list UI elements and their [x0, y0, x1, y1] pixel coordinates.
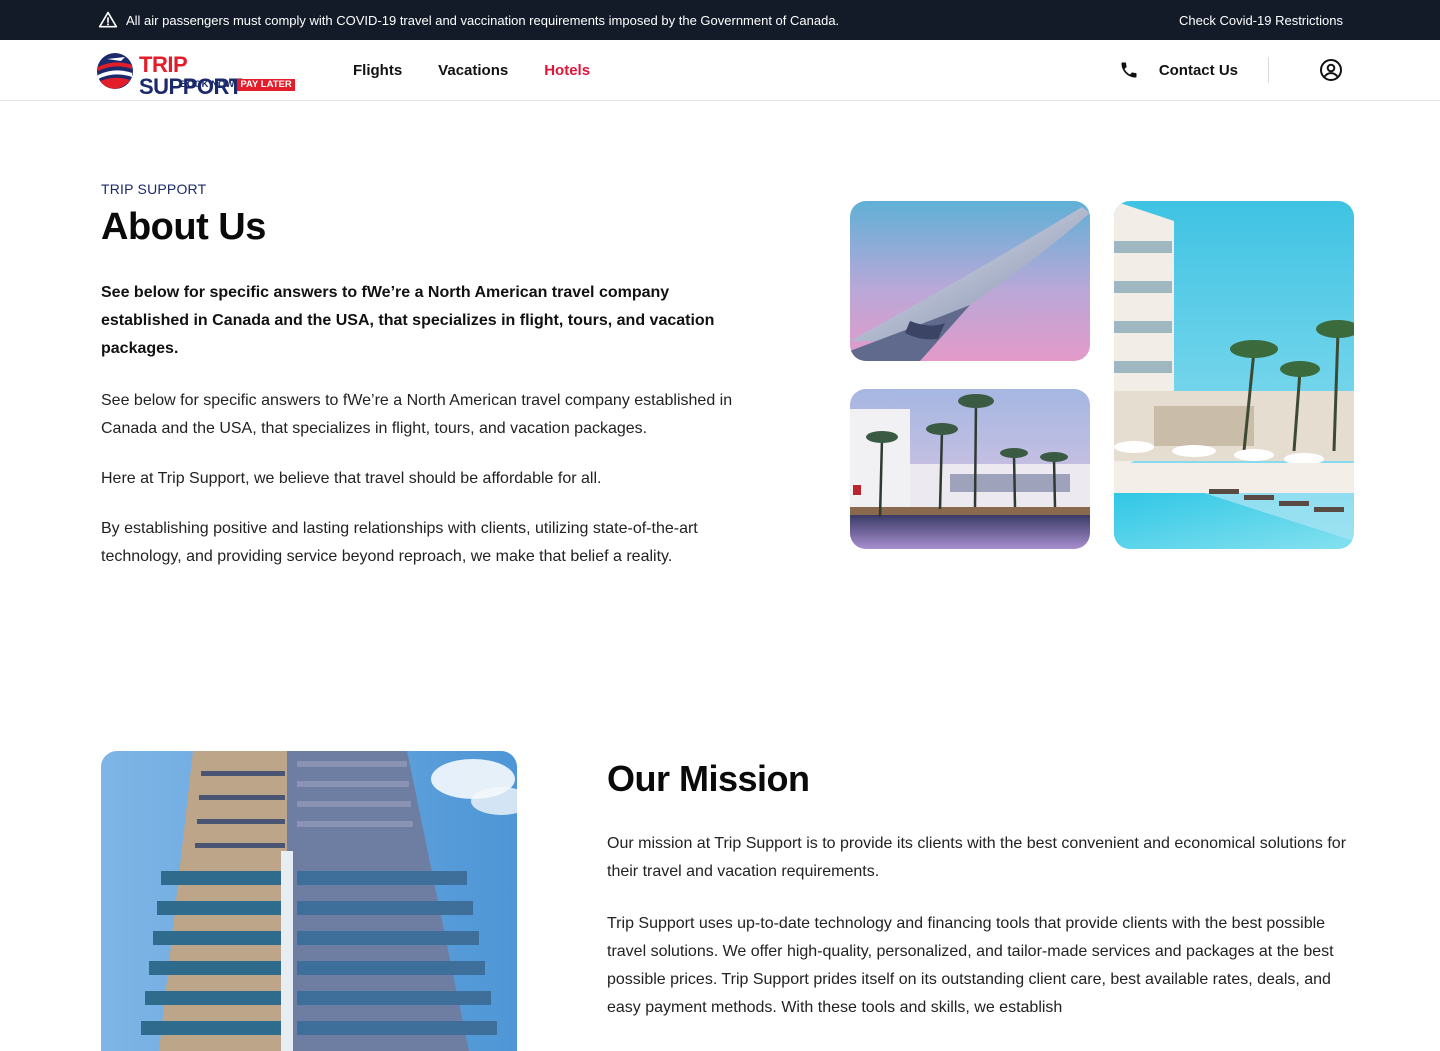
contact-us-link[interactable]: Contact Us [1159, 62, 1238, 79]
logo-tagline: BOOK NOW PAY LATER [180, 79, 295, 91]
covid-restrictions-link[interactable]: Check Covid-19 Restrictions [1179, 13, 1343, 28]
resort-building-pool-photo [1114, 201, 1354, 549]
nav-hotels[interactable]: Hotels [544, 62, 590, 79]
about-lead-paragraph: See below for specific answers to fWe’re… [101, 284, 715, 357]
nav-right-group: Contact Us [1119, 40, 1343, 100]
banner-message: All air passengers must comply with COVI… [126, 12, 840, 28]
mission-paragraph-1: Our mission at Trip Support is to provid… [607, 835, 1347, 880]
logo-tag-pay-later: PAY LATER [237, 79, 295, 91]
banner-message-group: All air passengers must comply with COVI… [98, 10, 839, 30]
airplane-wing-photo [850, 201, 1090, 361]
about-paragraph-2: Here at Trip Support, we believe that tr… [101, 470, 602, 487]
trip-support-logo[interactable]: TRIP SUPPORT BOOK NOW PAY LATER [95, 49, 295, 98]
covid-banner: All air passengers must comply with COVI… [0, 0, 1440, 40]
hotel-pool-palms-photo [850, 389, 1090, 549]
warning-icon [98, 11, 118, 28]
user-account-icon[interactable] [1319, 58, 1343, 82]
phone-icon[interactable] [1119, 60, 1139, 80]
about-paragraph-3: By establishing positive and lasting rel… [101, 520, 698, 565]
office-tower-photo [101, 751, 517, 1051]
nav-vacations[interactable]: Vacations [438, 62, 508, 79]
main-navbar: TRIP SUPPORT BOOK NOW PAY LATER Flights … [0, 40, 1440, 101]
about-eyebrow: TRIP SUPPORT [101, 181, 207, 197]
mission-title: Our Mission [607, 758, 810, 799]
primary-nav: Flights Vacations Hotels [353, 40, 590, 100]
logo-tag-book-now: BOOK NOW [180, 79, 235, 90]
logo-wordmark: TRIP SUPPORT [139, 54, 295, 98]
about-title: About Us [101, 206, 266, 248]
nav-divider [1268, 57, 1269, 83]
nav-flights[interactable]: Flights [353, 62, 402, 79]
mission-paragraph-2: Trip Support uses up-to-date technology … [607, 915, 1334, 1016]
about-paragraph-1: See below for specific answers to fWe’re… [101, 392, 733, 437]
globe-logo-icon [97, 53, 133, 89]
